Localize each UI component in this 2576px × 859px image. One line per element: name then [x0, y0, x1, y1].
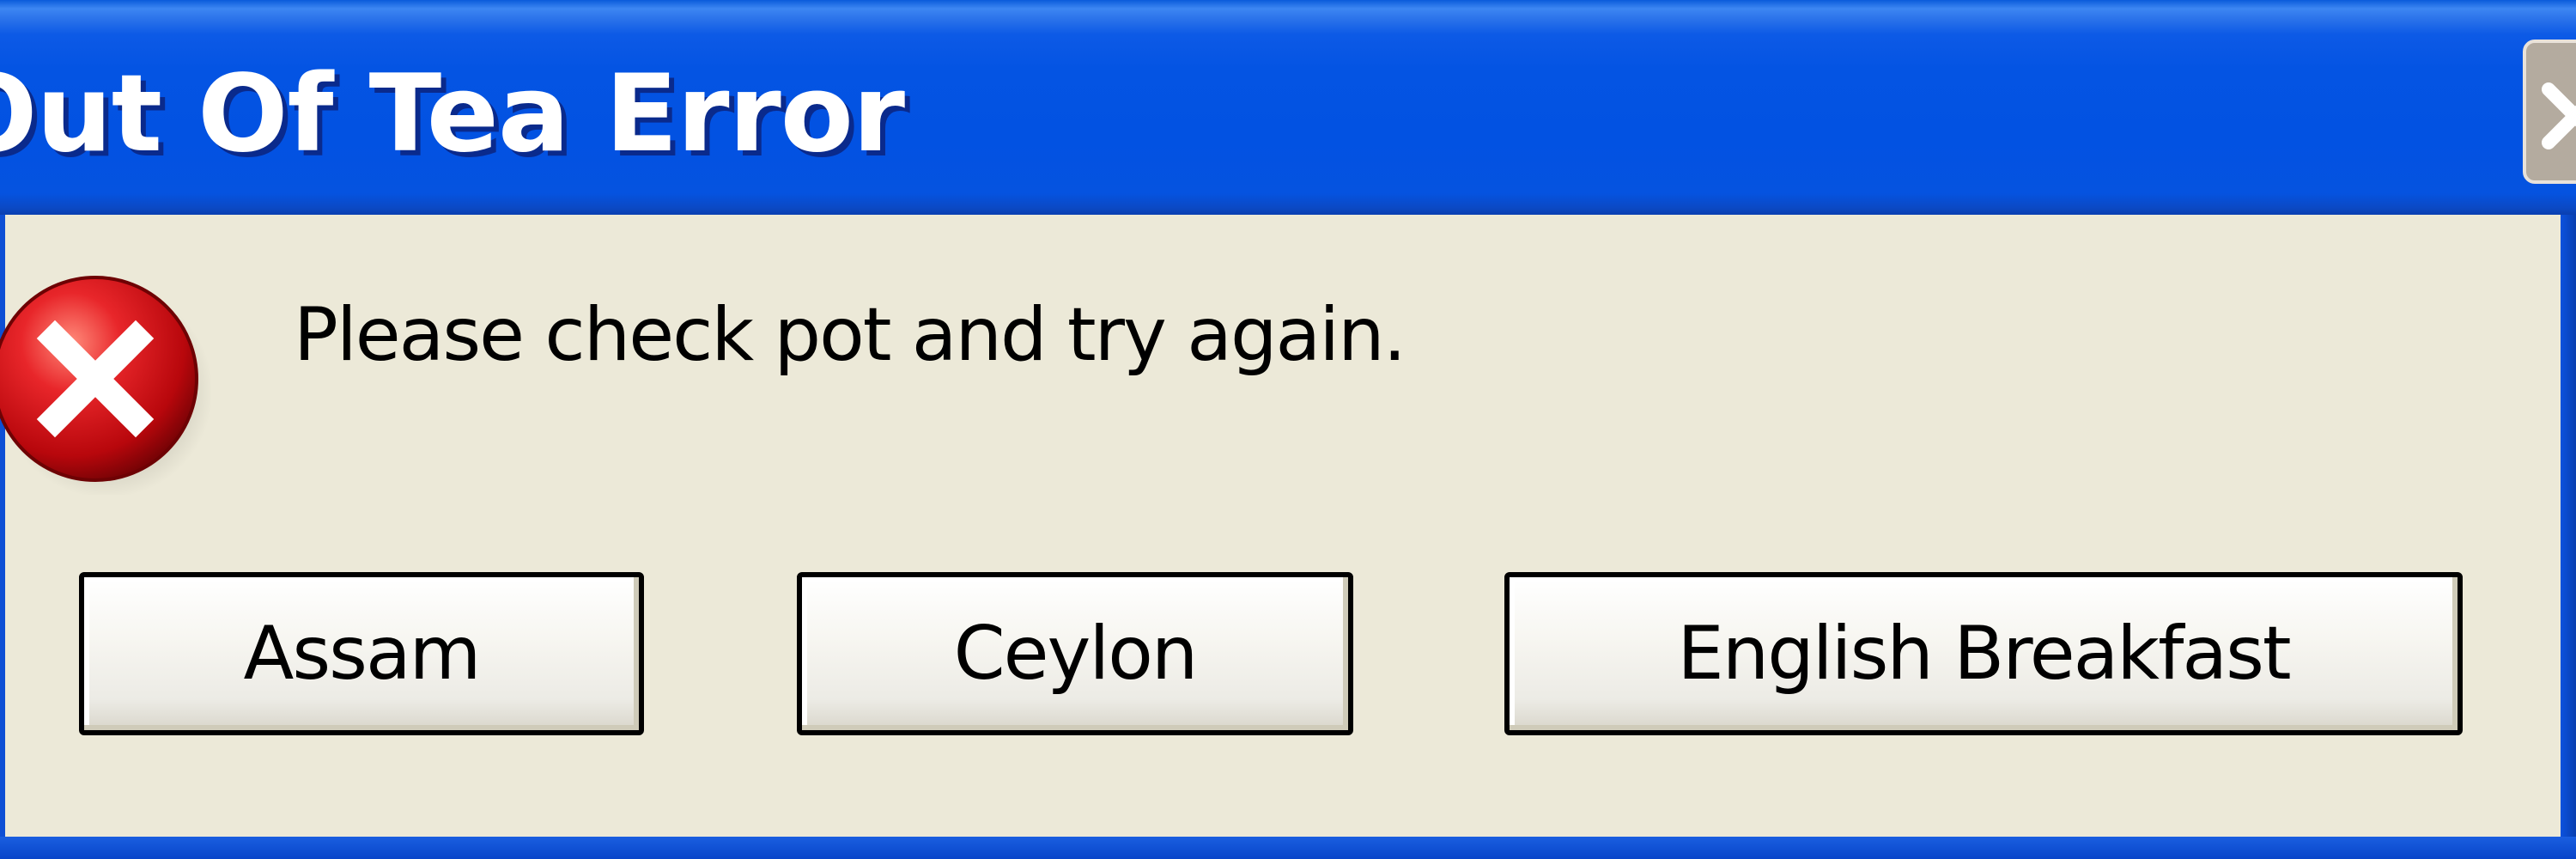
error-icon — [0, 276, 211, 495]
assam-button[interactable]: Assam — [79, 572, 644, 735]
error-dialog-window: Out Of Tea Error Please check pot and tr… — [0, 0, 2576, 859]
close-icon — [2542, 82, 2576, 149]
english-breakfast-button[interactable]: English Breakfast — [1504, 572, 2463, 735]
window-border-bottom — [0, 837, 2576, 859]
close-button[interactable] — [2523, 40, 2576, 184]
window-title: Out Of Tea Error — [0, 52, 905, 176]
title-bar[interactable]: Out Of Tea Error — [0, 0, 2576, 215]
error-message: Please check pot and try again. — [294, 292, 1406, 378]
window-border-right — [2561, 215, 2576, 842]
ceylon-button[interactable]: Ceylon — [797, 572, 1353, 735]
